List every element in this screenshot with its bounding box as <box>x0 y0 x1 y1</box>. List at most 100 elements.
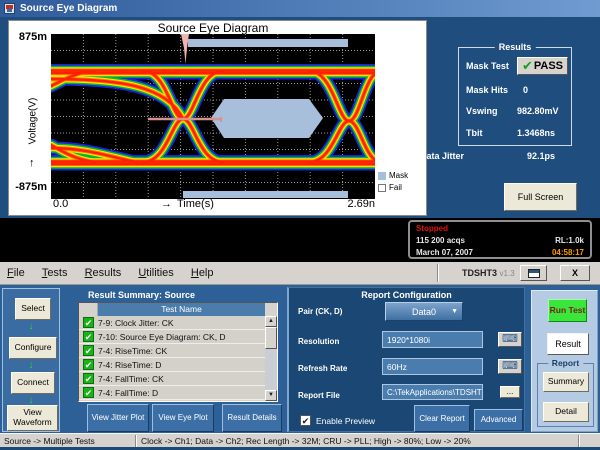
pair-selected-value: Data0 <box>412 307 436 317</box>
connect-button[interactable]: Connect <box>11 372 55 394</box>
result-details-button[interactable]: Result Details <box>222 404 282 432</box>
configure-button[interactable]: Configure <box>9 337 57 359</box>
vswing-label: Vswing <box>466 106 498 116</box>
pass-text: PASS <box>534 60 563 72</box>
report-group-title: Report <box>548 358 583 368</box>
x-axis-min-label: 0.0 <box>53 198 68 210</box>
acq-date: March 07, 2007 <box>416 247 473 259</box>
mask-legend-swatch <box>378 172 386 180</box>
plot-title: Source Eye Diagram <box>51 21 375 35</box>
test-name: 7-4: RiseTime: D <box>98 360 161 370</box>
report-file-field[interactable]: C:\TekApplications\TDSHT <box>382 384 483 400</box>
resolution-field[interactable]: 1920*1080i <box>382 331 483 348</box>
vswing-value: 982.80mV <box>517 106 559 116</box>
summary-button[interactable]: Summary <box>543 372 589 392</box>
status-bar: Source -> Multiple Tests Clock -> Ch1; D… <box>0 433 600 447</box>
minimize-button[interactable] <box>520 265 547 281</box>
mask-hits-value: 0 <box>523 85 528 95</box>
x-axis-max-label: 2.69n <box>329 198 375 210</box>
status-right: Clock -> Ch1; Data -> Ch2; Rec Length ->… <box>141 434 471 448</box>
mask-test-status-badge: PASS <box>517 57 568 75</box>
select-button[interactable]: Select <box>15 298 51 320</box>
run-test-button[interactable]: Run Test <box>548 299 587 322</box>
test-row[interactable]: 7-10: Source Eye Diagram: CK, D <box>79 330 265 344</box>
pass-check-icon <box>83 331 94 342</box>
report-config-title: Report Configuration <box>289 290 524 300</box>
pass-check-icon <box>83 387 94 398</box>
flow-arrow-icon: ↓ <box>3 322 59 332</box>
tbit-value: 1.3468ns <box>517 128 555 138</box>
app-version: v1.3 <box>500 269 515 278</box>
resolution-label: Resolution <box>298 337 339 346</box>
legend-mask: Mask <box>378 171 408 180</box>
close-button[interactable]: X <box>560 265 590 281</box>
test-name: 7-4: FallTime: D <box>98 388 158 398</box>
test-name: 7-10: Source Eye Diagram: CK, D <box>98 332 226 342</box>
result-button[interactable]: Result <box>547 333 589 355</box>
acq-time: 04:58:17 <box>552 247 584 259</box>
test-list-scrollbar[interactable]: ▲ ▼ <box>265 316 277 401</box>
app-brand: TDSHT3 v1.3 <box>462 262 515 285</box>
test-row[interactable]: 7-4: FallTime: D <box>79 386 265 400</box>
view-eye-plot-button[interactable]: View Eye Plot <box>152 404 214 432</box>
x-axis-title: Time(s) <box>177 198 214 210</box>
record-length: RL:1.0k <box>555 235 584 247</box>
pass-check-icon <box>83 345 94 356</box>
status-divider <box>578 435 579 447</box>
view-waveform-button[interactable]: View Waveform <box>7 405 58 431</box>
tbit-label: Tbit <box>466 128 483 138</box>
resolution-keypad-button[interactable] <box>498 332 522 347</box>
menu-bar: File Tests Results Utilities Help TDSHT3… <box>0 262 600 285</box>
data-jitter-label: Data Jitter <box>420 151 464 161</box>
menu-tests[interactable]: Tests <box>35 262 75 284</box>
window-title: Source Eye Diagram <box>20 0 117 17</box>
menu-file[interactable]: File <box>0 262 32 284</box>
control-section: Select ↓ Configure ↓ Connect ↓ View Wave… <box>0 285 600 433</box>
app-name: TDSHT3 <box>462 268 497 278</box>
acq-count: 115 200 acqs <box>416 235 465 247</box>
clear-report-button[interactable]: Clear Report <box>414 405 470 432</box>
fail-legend-swatch <box>378 184 386 192</box>
detail-button[interactable]: Detail <box>543 402 589 422</box>
pair-label: Pair (CK, D) <box>298 307 342 316</box>
acquisition-band: Stopped 115 200 acqs RL:1.0k March 07, 2… <box>0 218 600 262</box>
test-row[interactable]: 7-4: FallTime: CK <box>79 372 265 386</box>
advanced-button[interactable]: Advanced <box>474 409 523 431</box>
result-summary-title: Result Summary: Source <box>88 290 195 300</box>
menu-divider <box>437 264 438 282</box>
view-jitter-plot-button[interactable]: View Jitter Plot <box>87 404 149 432</box>
menu-results[interactable]: Results <box>78 262 129 284</box>
refresh-rate-label: Refresh Rate <box>298 364 347 373</box>
y-axis-title: Voltage(V) <box>28 98 39 145</box>
test-row[interactable]: 7-9: Clock Jitter: CK <box>79 316 265 330</box>
data-jitter-value: 92.1ps <box>527 151 555 161</box>
scroll-up-icon[interactable]: ▲ <box>265 316 277 327</box>
test-list-header: Test Name <box>79 303 277 316</box>
enable-preview-checkbox[interactable] <box>300 415 311 426</box>
menu-utilities[interactable]: Utilities <box>131 262 180 284</box>
pair-dropdown[interactable]: Data0 ▼ <box>385 302 463 321</box>
application-window: Source Eye Diagram Source Eye Diagram 87… <box>0 0 600 450</box>
results-group: Results Mask Test PASS Mask Hits 0 Vswin… <box>458 47 572 146</box>
acq-state: Stopped <box>416 223 584 235</box>
scrollbar-column-header <box>265 303 277 316</box>
test-row[interactable]: 7-4: RiseTime: CK <box>79 344 265 358</box>
window-titlebar[interactable]: Source Eye Diagram <box>0 0 600 17</box>
refresh-keypad-button[interactable] <box>498 359 522 374</box>
browse-button[interactable]: ... <box>500 386 520 398</box>
app-icon <box>4 3 15 14</box>
eye-diagram-panel: Source Eye Diagram 875m Voltage(V) ↑ -87… <box>8 20 427 216</box>
pass-check-icon <box>522 58 534 74</box>
test-row[interactable]: 7-4: RiseTime: D <box>79 358 265 372</box>
scroll-down-icon[interactable]: ▼ <box>265 390 277 401</box>
x-axis-arrow-icon: → <box>161 198 172 210</box>
menu-help[interactable]: Help <box>184 262 221 284</box>
report-group: Report Summary Detail <box>537 363 594 427</box>
mask-test-label: Mask Test <box>466 61 509 71</box>
full-screen-button[interactable]: Full Screen <box>504 183 577 211</box>
scrollbar-thumb[interactable] <box>265 327 277 349</box>
mask-hits-label: Mask Hits <box>466 85 508 95</box>
refresh-rate-field[interactable]: 60Hz <box>382 358 483 375</box>
legend-fail: Fail <box>378 183 402 192</box>
test-list: Test Name 7-9: Clock Jitter: CK 7-10: So… <box>78 302 278 402</box>
